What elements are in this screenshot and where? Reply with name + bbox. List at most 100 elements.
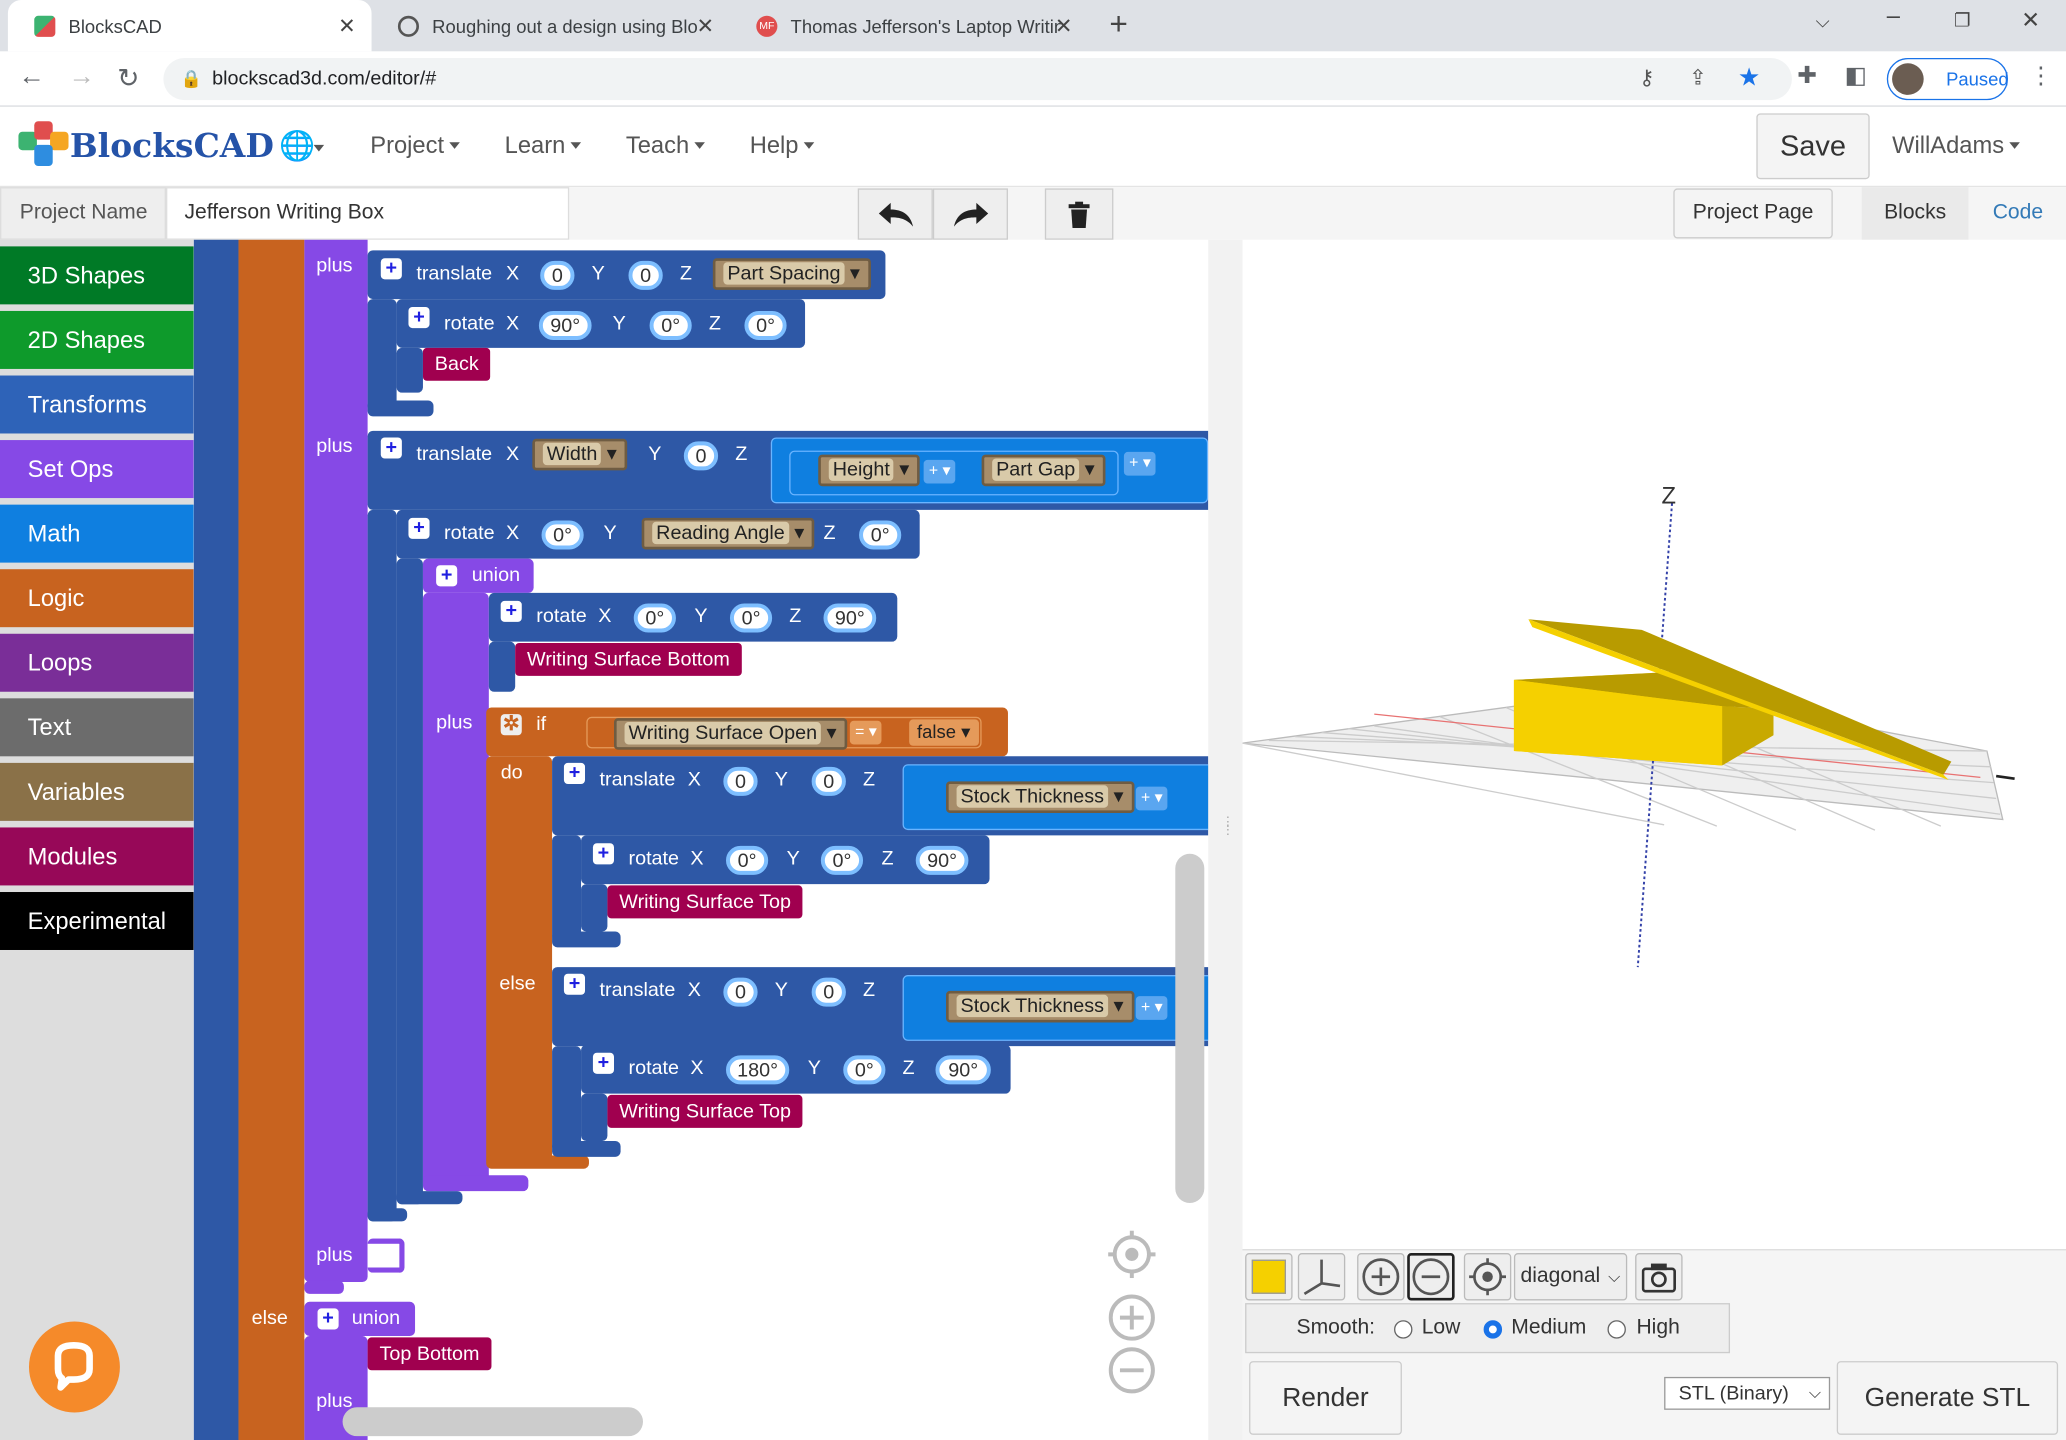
expand-plus-icon[interactable]: + <box>500 601 522 622</box>
url-input[interactable]: 🔒 blockscad3d.com/editor/# ⚷ ⇪ ★ <box>163 57 1792 101</box>
tab-roughing-out[interactable]: Roughing out a design using Blo ✕ <box>372 0 730 51</box>
angle-field[interactable]: 90° <box>915 845 969 875</box>
empty-plus-slot[interactable] <box>367 1238 405 1273</box>
angle-field[interactable]: 90° <box>538 310 592 340</box>
menu-teach[interactable]: Teach <box>626 132 705 160</box>
profile-button[interactable]: Paused <box>1886 57 2009 101</box>
expand-plus-icon[interactable]: + <box>317 1308 339 1330</box>
number-field[interactable]: 0 <box>628 260 663 290</box>
gear-icon[interactable]: ✲ <box>500 714 522 736</box>
menu-help[interactable]: Help <box>750 132 815 160</box>
module-top-bottom[interactable]: Top Bottom <box>367 1337 492 1371</box>
tab-thomas-jefferson[interactable]: MF Thomas Jefferson's Laptop Writin ✕ <box>730 0 1088 51</box>
compare-operator-dropdown[interactable]: = ▾ <box>849 720 882 745</box>
variable-part-gap[interactable]: Part Gap ▾ <box>981 454 1106 487</box>
angle-field[interactable]: 0° <box>744 310 787 340</box>
module-writing-surface-bottom[interactable]: Writing Surface Bottom <box>515 642 742 676</box>
restore-icon[interactable]: ❐ <box>1954 9 1971 31</box>
tab-blockscad[interactable]: BlocksCAD ✕ <box>7 0 372 52</box>
reset-view-button[interactable] <box>1463 1253 1512 1301</box>
angle-field[interactable]: 0° <box>729 603 773 633</box>
angle-field[interactable]: 0° <box>820 845 864 875</box>
radio-high[interactable] <box>1607 1320 1626 1339</box>
part-color-swatch[interactable] <box>1245 1253 1293 1301</box>
save-button[interactable]: Save <box>1756 113 1870 180</box>
category-logic[interactable]: Logic <box>0 569 194 628</box>
category-3d-shapes[interactable]: 3D Shapes <box>0 246 194 305</box>
minimize-icon[interactable]: – <box>1887 3 1900 31</box>
zoom-out-icon[interactable] <box>1108 1347 1155 1394</box>
key-icon[interactable]: ⚷ <box>1639 58 1654 100</box>
number-field[interactable]: 0 <box>683 441 719 471</box>
angle-field[interactable]: 0° <box>649 310 692 340</box>
view-select[interactable]: diagonal ⌵ <box>1513 1253 1628 1301</box>
expand-plus-icon[interactable]: + <box>380 258 402 280</box>
angle-field[interactable]: 90° <box>823 603 877 633</box>
number-field[interactable]: 0 <box>540 260 575 290</box>
expand-plus-icon[interactable]: + <box>563 974 586 995</box>
zoom-in-button[interactable] <box>1357 1253 1405 1301</box>
close-window-icon[interactable]: ✕ <box>2021 8 2040 34</box>
close-tab-icon[interactable]: ✕ <box>1055 13 1073 39</box>
operator-dropdown[interactable]: + ▾ <box>1135 786 1168 811</box>
zoom-out-button[interactable] <box>1407 1253 1455 1301</box>
undo-button[interactable] <box>857 188 933 240</box>
new-tab-icon[interactable]: + <box>1109 7 1127 44</box>
outer-transform-block[interactable] <box>193 239 239 1440</box>
recenter-icon[interactable] <box>1108 1230 1156 1279</box>
angle-field[interactable]: 0° <box>633 603 676 633</box>
variable-height[interactable]: Height ▾ <box>818 454 920 487</box>
generate-stl-button[interactable]: Generate STL <box>1836 1361 2059 1435</box>
chat-widget-button[interactable] <box>28 1321 120 1413</box>
variable-reading-angle[interactable]: Reading Angle ▾ <box>641 517 815 550</box>
angle-field[interactable]: 0° <box>843 1055 886 1085</box>
category-variables[interactable]: Variables <box>0 762 194 821</box>
project-name-input[interactable]: Jefferson Writing Box <box>166 187 570 240</box>
reload-icon[interactable]: ↻ <box>117 62 139 95</box>
3d-render-canvas[interactable]: Z <box>1242 240 2066 1249</box>
category-loops[interactable]: Loops <box>0 633 194 692</box>
variable-writing-surface-open[interactable]: Writing Surface Open ▾ <box>614 718 847 750</box>
category-2d-shapes[interactable]: 2D Shapes <box>0 310 194 369</box>
user-menu[interactable]: WillAdams <box>1892 132 2020 160</box>
radio-medium[interactable] <box>1483 1320 1503 1339</box>
menu-learn[interactable]: Learn <box>505 132 581 160</box>
bookmark-star-icon[interactable]: ★ <box>1738 58 1760 100</box>
variable-width[interactable]: Width ▾ <box>532 438 628 471</box>
module-writing-surface-top[interactable]: Writing Surface Top <box>607 885 803 919</box>
number-field[interactable]: 0 <box>811 977 846 1007</box>
category-transforms[interactable]: Transforms <box>0 375 194 434</box>
number-field[interactable]: 0 <box>723 977 758 1007</box>
tab-code[interactable]: Code <box>1970 187 2066 240</box>
back-icon[interactable]: ← <box>18 62 44 92</box>
module-writing-surface-top[interactable]: Writing Surface Top <box>607 1094 803 1128</box>
boolean-dropdown[interactable]: false ▾ <box>909 719 979 746</box>
expand-plus-icon[interactable]: + <box>408 518 430 539</box>
variable-stock-thickness[interactable]: Stock Thickness ▾ <box>946 990 1134 1023</box>
axes-toggle-button[interactable] <box>1297 1253 1346 1301</box>
redo-button[interactable] <box>932 188 1008 240</box>
angle-field[interactable]: 0° <box>725 845 769 875</box>
kebab-menu-icon[interactable]: ⋮ <box>2029 62 2053 90</box>
tab-search-chevron-icon[interactable]: ⌵ <box>1816 11 1830 33</box>
expand-plus-icon[interactable]: + <box>592 1053 615 1074</box>
expand-plus-icon[interactable]: + <box>592 843 615 865</box>
vertical-scrollbar[interactable] <box>1175 853 1205 1203</box>
side-panel-icon[interactable]: ◧ <box>1845 62 1867 90</box>
category-experimental[interactable]: Experimental <box>0 892 194 950</box>
outer-if-block[interactable] <box>238 239 305 1440</box>
module-back[interactable]: Back <box>422 347 491 381</box>
expand-plus-icon[interactable]: + <box>563 762 586 784</box>
category-math[interactable]: Math <box>0 504 194 563</box>
operator-dropdown[interactable]: + ▾ <box>1123 451 1157 476</box>
panel-splitter[interactable]: ⋮ ⋮ <box>1208 239 1243 1440</box>
expand-plus-icon[interactable]: + <box>436 565 458 587</box>
category-modules[interactable]: Modules <box>0 827 194 886</box>
angle-field[interactable]: 0° <box>859 520 902 550</box>
tab-blocks[interactable]: Blocks <box>1861 187 1969 240</box>
blockscad-logo[interactable]: BlocksCAD <box>16 119 274 172</box>
expand-plus-icon[interactable]: + <box>380 437 402 459</box>
menu-project[interactable]: Project <box>370 132 460 160</box>
3d-viewer[interactable]: Z <box>1242 239 2066 1250</box>
format-select[interactable]: STL (Binary) ⌵ <box>1664 1376 1831 1410</box>
